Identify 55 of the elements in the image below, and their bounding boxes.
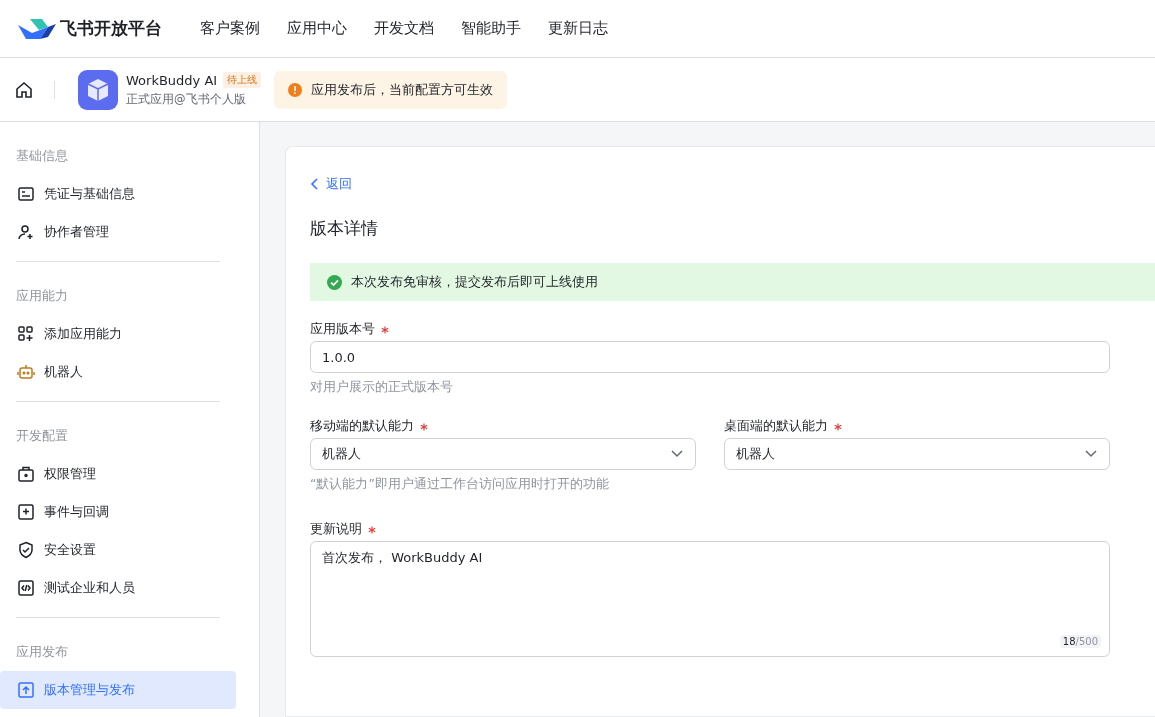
chevron-down-icon — [1085, 450, 1097, 458]
menu-icon — [16, 184, 36, 204]
version-input[interactable]: 1.0.0 — [310, 341, 1110, 373]
character-counter: 18/500 — [1059, 635, 1101, 648]
field-label: 应用版本号 — [310, 321, 375, 338]
app-subtitle: 正式应用@飞书个人版 — [126, 92, 247, 107]
field-label: 桌面端的默认能力 — [724, 418, 828, 435]
back-link[interactable]: 返回 — [310, 175, 352, 193]
chevron-left-icon — [310, 178, 320, 190]
notes-text: 首次发布， WorkBuddy AI — [322, 550, 483, 565]
sidebar-section-title: 基础信息 — [15, 147, 69, 165]
warning-icon — [288, 82, 302, 97]
nav-link[interactable]: 更新日志 — [548, 19, 608, 38]
menu-icon — [16, 540, 36, 560]
home-icon[interactable] — [14, 79, 34, 100]
sidebar-item[interactable]: 版本管理与发布 — [0, 671, 236, 709]
sidebar-item[interactable]: 测试企业和人员 — [0, 569, 236, 607]
menu-icon — [16, 222, 36, 242]
logo-icon — [18, 17, 56, 40]
menu-icon — [16, 464, 36, 484]
sidebar-section-title: 开发配置 — [15, 427, 69, 445]
check-circle-icon — [327, 274, 342, 290]
alert-text: 本次发布免审核，提交发布后即可上线使用 — [351, 273, 598, 291]
select-field[interactable]: 机器人 — [310, 438, 696, 470]
menu-icon — [16, 680, 36, 700]
sidebar-item[interactable]: 机器人 — [0, 353, 236, 391]
sidebar-section-title: 应用能力 — [15, 287, 69, 305]
menu-icon — [16, 324, 36, 344]
status-tag: 待上线 — [223, 72, 262, 88]
sidebar-item[interactable]: 凭证与基础信息 — [0, 175, 236, 213]
brand-name[interactable]: 飞书开放平台 — [60, 17, 162, 40]
sidebar-item[interactable]: 安全设置 — [0, 531, 236, 569]
menu-icon — [16, 362, 36, 382]
nav-link[interactable]: 客户案例 — [200, 19, 260, 38]
app-name: WorkBuddy AI — [126, 72, 218, 88]
page-title: 版本详情 — [310, 217, 379, 240]
sidebar-item[interactable]: 权限管理 — [0, 455, 236, 493]
nav-link[interactable]: 智能助手 — [461, 19, 521, 38]
chevron-down-icon — [671, 450, 683, 458]
sidebar-item[interactable]: 事件与回调 — [0, 493, 236, 531]
menu-icon — [16, 502, 36, 522]
select-field[interactable]: 机器人 — [724, 438, 1110, 470]
field-label: 移动端的默认能力 — [310, 418, 414, 435]
sidebar-section-title: 应用发布 — [15, 643, 69, 661]
menu-icon — [16, 578, 36, 598]
field-label: 更新说明 — [310, 521, 362, 538]
app-logo-icon — [78, 69, 118, 110]
help-text: 对用户展示的正式版本号 — [310, 379, 454, 396]
help-text: “默认能力”即用户通过工作台访问应用时打开的功能 — [310, 476, 610, 493]
sidebar-item[interactable]: 添加应用能力 — [0, 315, 236, 353]
notes-textarea[interactable]: 首次发布， WorkBuddy AI 18/500 — [310, 541, 1110, 657]
sidebar-item[interactable]: 协作者管理 — [0, 213, 236, 251]
notice-text: 应用发布后，当前配置方可生效 — [311, 80, 493, 99]
nav-link[interactable]: 开发文档 — [374, 19, 434, 38]
nav-link[interactable]: 应用中心 — [287, 19, 347, 38]
